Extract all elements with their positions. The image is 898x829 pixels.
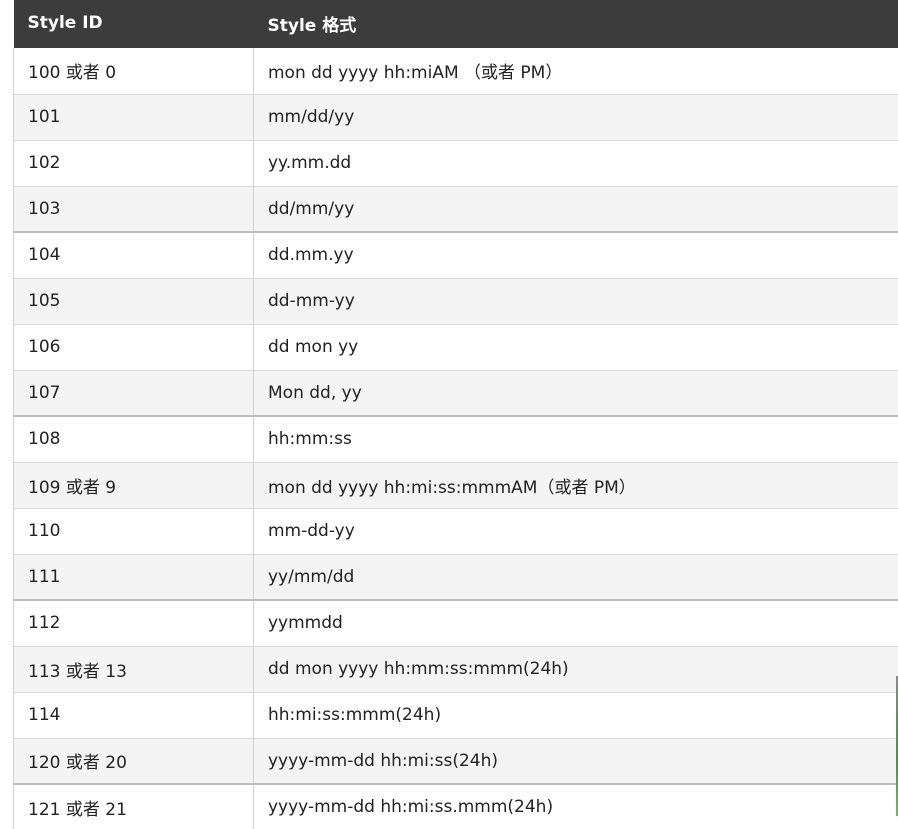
style-format-cell: mon dd yyyy hh:miAM （或者 PM） [253,48,898,95]
table-row: 109 或者 9 mon dd yyyy hh:mi:ss:mmmAM（或者 P… [13,462,898,509]
style-format-cell: Mon dd, yy [253,370,898,417]
table-row: 106 dd mon yy [13,324,898,371]
style-id-cell: 114 [13,692,254,739]
style-id-cell: 113 或者 13 [13,646,254,693]
style-format-cell: hh:mm:ss [253,415,898,463]
table-row: 102 yy.mm.dd [13,140,898,187]
style-format-cell: yyyy-mm-dd hh:mi:ss.mmm(24h) [253,783,898,829]
style-format-cell: mm/dd/yy [253,94,898,141]
style-id-cell: 101 [13,94,254,141]
style-id-cell: 111 [13,554,254,601]
style-format-cell: mm-dd-yy [253,508,898,555]
style-format-cell: dd/mm/yy [253,186,898,233]
style-format-cell: dd mon yyyy hh:mm:ss:mmm(24h) [253,646,898,693]
style-format-cell: dd-mm-yy [253,278,898,325]
page: Style ID Style 格式 100 或者 0 mon dd yyyy h… [0,0,898,829]
style-id-cell: 106 [13,324,254,371]
table-header-row: Style ID Style 格式 [13,0,898,48]
style-format-cell: yymmdd [253,599,898,647]
header-style-id: Style ID [27,13,103,33]
table-row: 114 hh:mi:ss:mmm(24h) [13,692,898,739]
header-style-format: Style 格式 [267,15,357,36]
style-id-cell: 102 [13,140,254,187]
style-format-cell: hh:mi:ss:mmm(24h) [253,692,898,739]
table-row: 105 dd-mm-yy [13,278,898,325]
table-row: 103 dd/mm/yy [13,186,898,233]
style-format-cell: yy/mm/dd [253,554,898,601]
table-row: 104 dd.mm.yy [13,231,898,279]
table-row: 112 yymmdd [13,599,898,647]
table-row: 101 mm/dd/yy [13,94,898,141]
style-format-cell: yyyy-mm-dd hh:mi:ss(24h) [253,738,898,785]
style-id-cell: 104 [13,231,254,279]
table-row: 121 或者 21 yyyy-mm-dd hh:mi:ss.mmm(24h) [13,783,898,829]
style-format-cell: dd.mm.yy [253,231,898,279]
table-row: 100 或者 0 mon dd yyyy hh:miAM （或者 PM） [13,48,898,95]
table-row: 120 或者 20 yyyy-mm-dd hh:mi:ss(24h) [13,738,898,785]
style-id-cell: 110 [13,508,254,555]
table-row: 110 mm-dd-yy [13,508,898,555]
style-id-cell: 103 [13,186,254,233]
table-row: 108 hh:mm:ss [13,415,898,463]
style-id-cell: 120 或者 20 [13,738,254,785]
style-id-cell: 108 [13,415,254,463]
style-id-cell: 105 [13,278,254,325]
style-format-cell: mon dd yyyy hh:mi:ss:mmmAM（或者 PM） [253,462,898,509]
table-row: 111 yy/mm/dd [13,554,898,601]
style-id-cell: 112 [13,599,254,647]
style-format-cell: yy.mm.dd [253,140,898,187]
table-row: 107 Mon dd, yy [13,370,898,417]
style-id-cell: 107 [13,370,254,417]
style-format-cell: dd mon yy [253,324,898,371]
style-format-table: Style ID Style 格式 100 或者 0 mon dd yyyy h… [13,0,898,829]
table-row: 113 或者 13 dd mon yyyy hh:mm:ss:mmm(24h) [13,646,898,693]
style-id-cell: 121 或者 21 [13,783,254,829]
style-id-cell: 100 或者 0 [13,48,254,95]
style-id-cell: 109 或者 9 [13,462,254,509]
